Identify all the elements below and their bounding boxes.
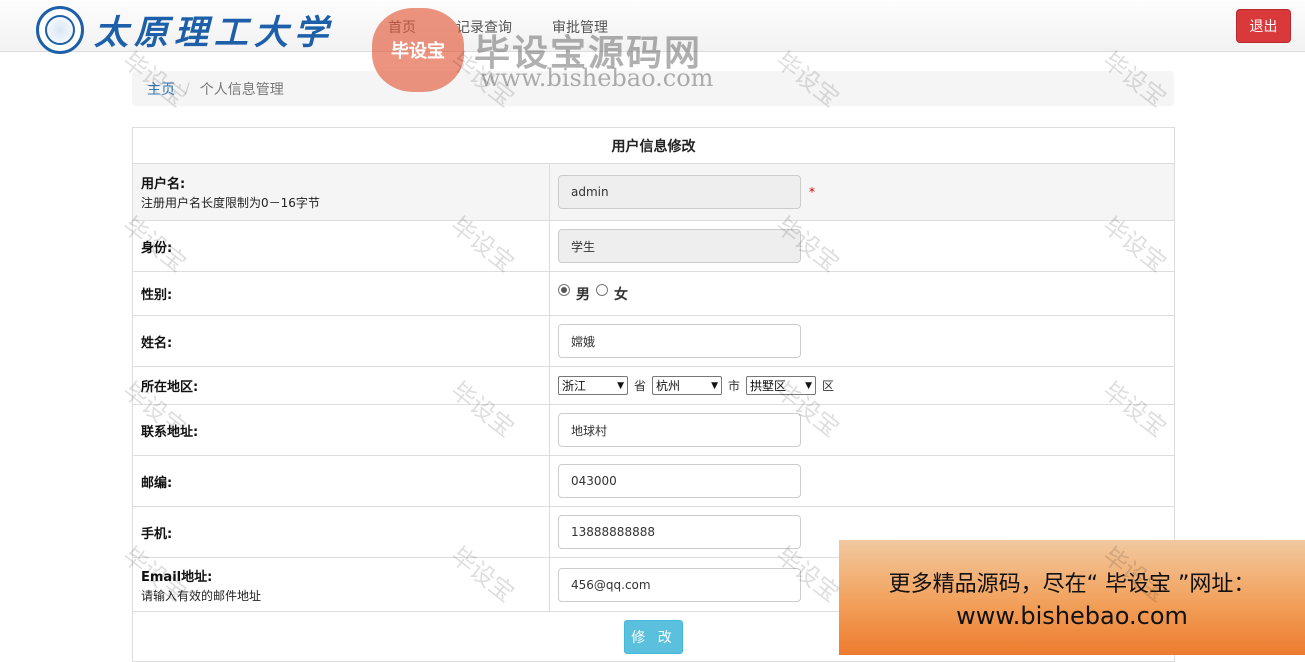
email-hint: 请输入有效的邮件地址: [141, 588, 262, 603]
zip-label: 邮编:: [141, 475, 173, 491]
required-mark: *: [809, 185, 815, 199]
region-label: 所在地区:: [141, 380, 199, 395]
gender-male-radio[interactable]: [558, 284, 570, 296]
form-title: 用户信息修改: [611, 138, 696, 155]
username-label: 用户名:: [141, 177, 186, 192]
promo-url: www.bishebao.com: [956, 601, 1188, 630]
top-navbar: 太原理工大学 首页 记录查询 审批管理 退出: [0, 0, 1305, 54]
address-row: 联系地址: 地球村: [133, 404, 1174, 455]
logout-button[interactable]: 退出: [1236, 9, 1291, 43]
name-input[interactable]: 嫦娥: [558, 324, 801, 358]
nav-home[interactable]: 首页: [388, 17, 416, 37]
name-row: 姓名: 嫦娥: [133, 315, 1174, 366]
email-label: Email地址:: [141, 569, 213, 585]
identity-row: 身份: 学生: [133, 220, 1174, 271]
email-input[interactable]: 456@qq.com: [558, 567, 801, 602]
zip-input[interactable]: 043000: [558, 464, 801, 498]
city-select[interactable]: 杭州 ▼: [652, 376, 723, 395]
name-label: 姓名:: [141, 335, 173, 351]
username-input[interactable]: admin: [558, 175, 801, 209]
main-nav: 首页 记录查询 审批管理: [388, 17, 608, 37]
university-seal-icon: [36, 5, 84, 54]
gender-female-radio[interactable]: [596, 284, 608, 296]
breadcrumb-separator: /: [185, 80, 190, 97]
district-unit: 区: [822, 379, 835, 393]
username-row: 用户名: 注册用户名长度限制为0－16字节 admin *: [133, 163, 1174, 220]
promo-line1: 更多精品源码，尽在“ 毕设宝 ”网址：: [888, 571, 1256, 597]
identity-label: 身份:: [141, 240, 173, 256]
phone-input[interactable]: 13888888888: [558, 515, 801, 549]
address-input[interactable]: 地球村: [558, 413, 801, 447]
university-logo[interactable]: 太原理工大学: [36, 5, 334, 54]
breadcrumb: 主页 / 个人信息管理: [132, 71, 1174, 106]
province-select[interactable]: 浙江 ▼: [558, 376, 628, 395]
province-unit: 省: [634, 379, 647, 393]
city-unit: 市: [728, 379, 741, 393]
submit-button[interactable]: 修 改: [624, 619, 683, 654]
promo-banner[interactable]: 更多精品源码，尽在“ 毕设宝 ”网址： www.bishebao.com: [839, 540, 1305, 655]
gender-female-label: 女: [614, 287, 628, 303]
gender-row: 性别: 男 女: [133, 271, 1174, 315]
identity-input[interactable]: 学生: [558, 229, 801, 263]
logo-text: 太原理工大学: [94, 13, 334, 53]
district-select[interactable]: 拱墅区 ▼: [746, 376, 817, 395]
phone-label: 手机:: [141, 526, 173, 542]
gender-male-label: 男: [576, 287, 590, 303]
region-row: 所在地区: 浙江 ▼ 省 杭州 ▼ 市 拱墅区 ▼ 区: [133, 366, 1174, 404]
breadcrumb-home[interactable]: 主页: [147, 79, 175, 99]
nav-records[interactable]: 记录查询: [456, 17, 512, 37]
address-label: 联系地址:: [141, 424, 199, 440]
username-hint: 注册用户名长度限制为0－16字节: [141, 196, 320, 210]
zip-row: 邮编: 043000: [133, 455, 1174, 506]
breadcrumb-current: 个人信息管理: [199, 81, 284, 98]
nav-approval[interactable]: 审批管理: [552, 17, 608, 37]
gender-label: 性别:: [141, 288, 173, 303]
